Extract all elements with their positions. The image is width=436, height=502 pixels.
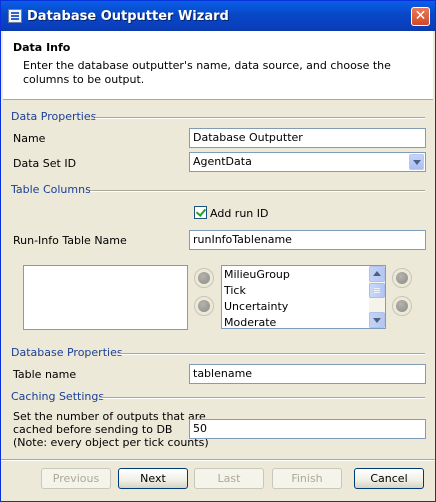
list-item[interactable]: Moderate [224,315,276,331]
header-panel: Data Info Enter the database outputter's… [3,31,433,100]
add-run-id-checkbox[interactable] [194,206,207,219]
section-caching-settings: Caching Settings [11,390,105,403]
name-field[interactable]: Database Outputter [189,128,426,148]
last-button[interactable]: Last [194,468,264,489]
caching-description-line-1: Set the number of outputs that are [13,410,206,423]
runinfo-table-label: Run-Info Table Name [13,234,127,247]
runinfo-table-field[interactable]: runInfoTablename [189,230,426,250]
section-divider [101,397,425,399]
close-button[interactable]: ✕ [411,7,430,26]
list-scrollbar[interactable] [369,266,385,328]
move-down-button[interactable] [392,296,412,316]
window-title: Database Outputter Wizard [27,9,229,24]
name-label: Name [13,132,46,145]
scroll-down-icon[interactable] [369,312,385,328]
table-name-field[interactable]: tablename [189,364,426,384]
move-right-button[interactable] [194,268,214,288]
table-name-label: Table name [13,368,77,381]
scroll-thumb[interactable] [369,283,385,298]
dataset-id-select[interactable]: AgentData [189,152,426,172]
caching-description-line-2: cached before sending to DB [13,423,173,436]
footer-divider [1,459,435,461]
available-columns-list[interactable] [23,265,188,330]
wizard-window: Database Outputter Wizard ✕ Data Info En… [0,0,436,502]
section-database-properties: Database Properties [11,346,123,359]
previous-button[interactable]: Previous [41,468,111,489]
section-table-columns: Table Columns [11,183,91,196]
chevron-down-icon[interactable] [409,154,424,170]
scroll-up-icon[interactable] [369,266,385,282]
list-item[interactable]: Tick [224,283,246,299]
list-item[interactable]: Uncertainty [224,299,288,315]
section-divider [95,117,425,119]
selected-columns-list[interactable]: MilieuGroup Tick Uncertainty Moderate [221,265,386,329]
move-up-button[interactable] [392,268,412,288]
move-left-button[interactable] [194,296,214,316]
cache-size-field[interactable]: 50 [189,419,426,439]
list-item[interactable]: MilieuGroup [224,267,290,283]
finish-button[interactable]: Finish [272,468,342,489]
next-button[interactable]: Next [118,468,188,489]
page-title: Data Info [13,41,71,54]
dataset-id-value: AgentData [193,155,252,168]
cancel-button[interactable]: Cancel [354,468,424,489]
dataset-id-label: Data Set ID [13,157,77,170]
wizard-app-icon [8,9,22,23]
title-bar: Database Outputter Wizard ✕ [1,1,435,31]
section-divider [90,190,425,192]
section-data-properties: Data Properties [11,110,97,123]
page-description: Enter the database outputter's name, dat… [23,59,391,86]
section-divider [119,353,425,355]
caching-description-line-3: (Note: every object per tick counts) [13,436,209,449]
add-run-id-label: Add run ID [210,207,269,220]
